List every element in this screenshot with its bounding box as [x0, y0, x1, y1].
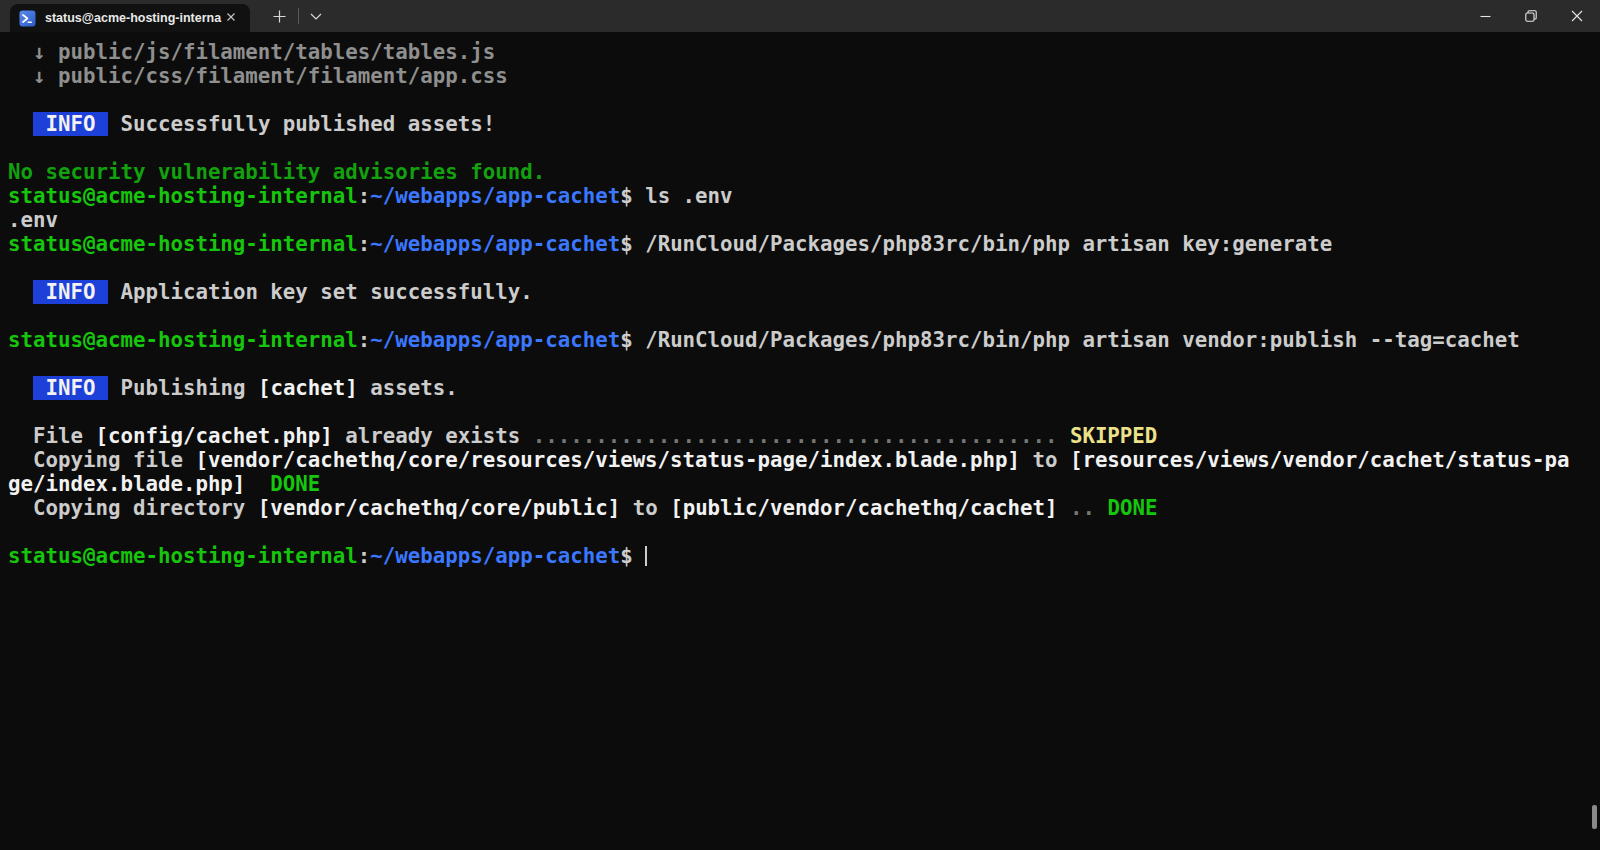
terminal-line [8, 88, 1600, 112]
terminal-output[interactable]: ↓ public/js/filament/tables/tables.js ↓ … [0, 32, 1600, 568]
terminal-line: ↓ public/css/filament/filament/app.css [8, 64, 1600, 88]
terminal-line: INFO Publishing [cachet] assets. [8, 376, 1600, 400]
new-tab-button[interactable] [262, 0, 296, 32]
terminal-line: .env [8, 208, 1600, 232]
terminal-line: status@acme-hosting-internal:~/webapps/a… [8, 328, 1600, 352]
tab-close-icon[interactable] [222, 11, 240, 26]
terminal-tab[interactable]: status@acme-hosting-interna [10, 4, 250, 32]
terminal-line: No security vulnerability advisories fou… [8, 160, 1600, 184]
powershell-icon [19, 10, 36, 27]
terminal-line: status@acme-hosting-internal:~/webapps/a… [8, 232, 1600, 256]
terminal-line: ge/index.blade.php] DONE [8, 472, 1600, 496]
terminal-line: ↓ public/js/filament/tables/tables.js [8, 40, 1600, 64]
terminal-line [8, 256, 1600, 280]
terminal-line [8, 520, 1600, 544]
terminal-line: INFO Successfully published assets! [8, 112, 1600, 136]
terminal-line [8, 400, 1600, 424]
terminal-line: Copying file [vendor/cachethq/core/resou… [8, 448, 1600, 472]
minimize-button[interactable] [1462, 0, 1508, 32]
window-controls [1462, 0, 1600, 32]
tabbar-separator [298, 8, 299, 24]
terminal-line: Copying directory [vendor/cachethq/core/… [8, 496, 1600, 520]
titlebar: status@acme-hosting-interna [0, 0, 1600, 32]
terminal-line [8, 304, 1600, 328]
tab-dropdown-button[interactable] [301, 0, 331, 32]
terminal-line: File [config/cachet.php] already exists … [8, 424, 1600, 448]
text-cursor [645, 546, 647, 566]
terminal-line [8, 352, 1600, 376]
terminal-line: INFO Application key set successfully. [8, 280, 1600, 304]
scrollbar-thumb[interactable] [1592, 805, 1597, 829]
close-window-button[interactable] [1554, 0, 1600, 32]
terminal-line: status@acme-hosting-internal:~/webapps/a… [8, 184, 1600, 208]
restore-button[interactable] [1508, 0, 1554, 32]
terminal-line [8, 136, 1600, 160]
tab-title: status@acme-hosting-interna [45, 11, 222, 25]
terminal-line: status@acme-hosting-internal:~/webapps/a… [8, 544, 1600, 568]
